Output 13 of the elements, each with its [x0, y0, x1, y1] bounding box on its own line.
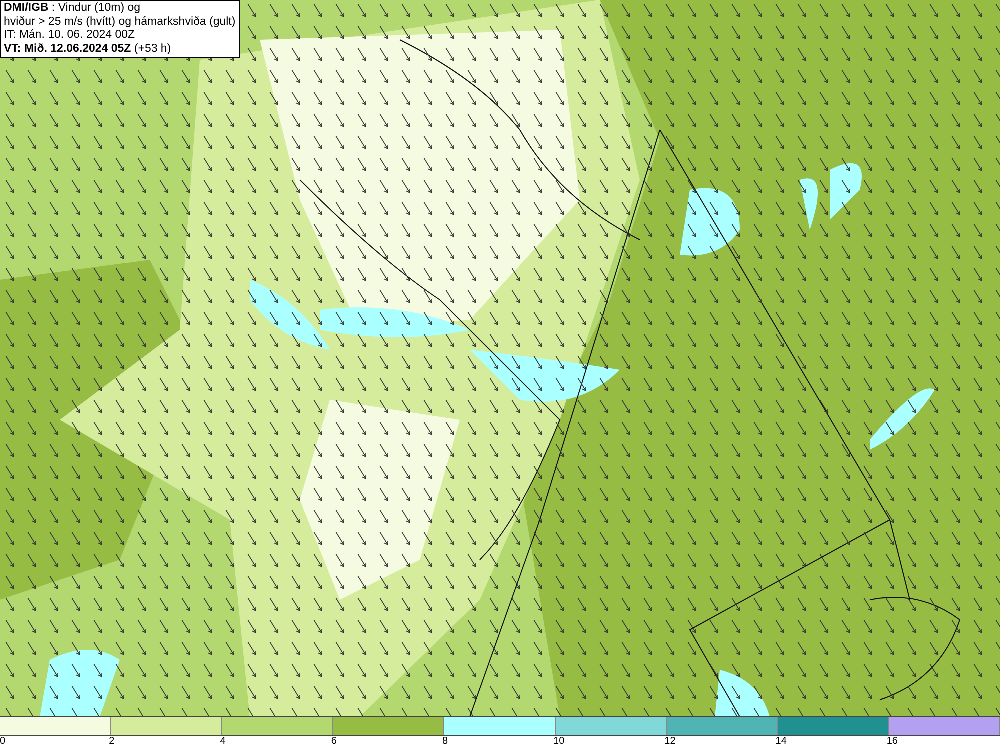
legend-tick-label: 6	[331, 736, 337, 747]
legend-tick-label: 4	[220, 736, 226, 747]
legend-tick-label: 12	[664, 736, 676, 747]
title-line: VT: Mið. 12.06.2024 05Z (+53 h)	[4, 42, 172, 56]
legend-tick-label: 16	[886, 736, 898, 747]
legend-tick-label: 14	[776, 736, 787, 747]
title-line: hviður > 25 m/s (hvítt) og hámarkshviða (gult)	[4, 16, 236, 29]
legend-tick-label: 8	[442, 736, 448, 747]
legend-tick-label: 2	[109, 736, 115, 747]
title-line: DMI/IGB : Vindur (10m) og	[4, 2, 142, 16]
legend-tick-label: 0	[0, 736, 6, 747]
legend-tick-label: 10	[554, 736, 565, 747]
title-line: IT: Mán. 10. 06. 2024 00Z	[4, 29, 136, 42]
